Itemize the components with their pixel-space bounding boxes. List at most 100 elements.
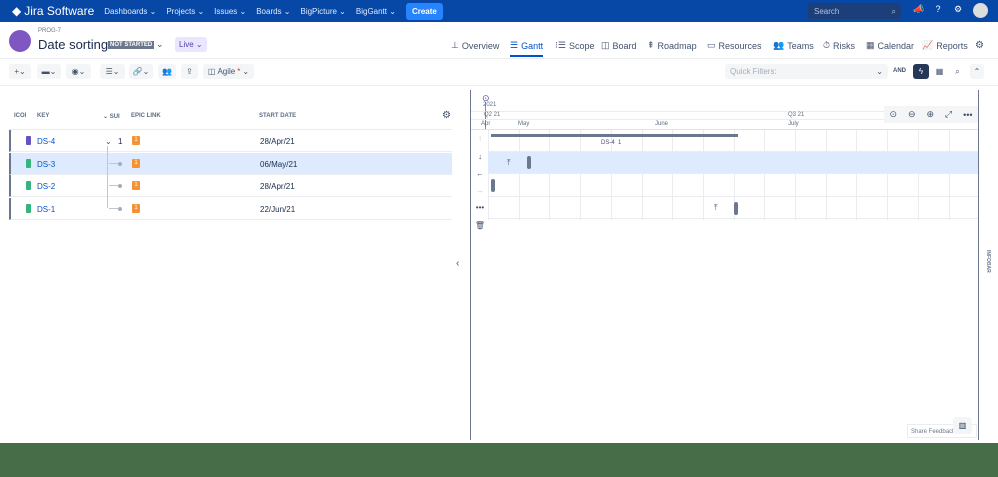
map-icon[interactable]: ▥	[953, 417, 972, 434]
summary-label: DS-4 1	[601, 140, 622, 146]
subtask-count: 1	[118, 137, 123, 146]
tab-roadmap[interactable]: ⇞ Roadmap	[647, 40, 697, 51]
tab-gantt[interactable]: ☰ Gantt	[510, 40, 544, 57]
epic-link-badge[interactable]: 1	[132, 136, 140, 145]
tab-calendar[interactable]: ▦ Calendar	[866, 40, 914, 51]
infobar-toggle[interactable]: INFOBAR	[985, 250, 991, 273]
col-header-epic-link[interactable]: EPIC LINK	[131, 113, 161, 119]
search-icon[interactable]: ⌕	[950, 64, 965, 79]
tab-overview[interactable]: ⊥ Overview	[451, 40, 499, 51]
eye-icon[interactable]: ◉⌄	[66, 64, 91, 79]
search-input[interactable]: Search ⌕	[808, 3, 901, 19]
lightning-icon[interactable]: ϟ	[913, 64, 929, 79]
folder-icon[interactable]: ▬⌄	[37, 64, 61, 79]
center-today-icon[interactable]: ⊙	[889, 109, 897, 120]
col-header-icon[interactable]: ICOI	[14, 113, 26, 119]
gear-icon[interactable]: ⚙	[975, 40, 984, 51]
nav-bigpicture[interactable]: BigPicture ⌄	[300, 7, 345, 16]
and-toggle[interactable]: AND	[893, 68, 906, 74]
live-mode-dropdown[interactable]: Live ⌄	[175, 37, 207, 52]
table-row[interactable]: DS-2 1 28/Apr/21	[9, 175, 452, 198]
table-row[interactable]: DS-3 1 06/May/21	[9, 152, 452, 175]
month-label: July	[788, 121, 799, 127]
people-icon[interactable]: 👥	[158, 64, 176, 79]
outdent-icon[interactable]: ←	[474, 169, 486, 178]
nav-projects[interactable]: Projects ⌄	[166, 7, 204, 16]
summary-bar[interactable]	[491, 134, 738, 137]
story-icon	[26, 158, 31, 168]
link-icon[interactable]: 🔗⌄	[129, 64, 153, 79]
project-key: PROG-7	[38, 28, 62, 34]
nav-boards[interactable]: Boards ⌄	[256, 7, 290, 16]
epic-link-badge[interactable]: 1	[132, 203, 140, 213]
expand-icon[interactable]: ⤢	[945, 109, 952, 120]
tree-node	[118, 184, 122, 189]
zoom-out-icon[interactable]: ⊖	[908, 109, 916, 120]
story-icon	[26, 203, 31, 213]
footer-band	[0, 443, 998, 477]
move-up-icon[interactable]: ↑	[474, 134, 486, 143]
gantt-icon: ☰	[510, 40, 519, 50]
add-button[interactable]: +⌄	[9, 64, 31, 79]
export-icon[interactable]: ⇪	[181, 64, 198, 79]
nav-biggantt[interactable]: BigGantt ⌄	[356, 7, 396, 16]
page-title: Date sorting	[38, 37, 109, 52]
resources-icon: ▭	[707, 40, 716, 50]
status-badge: NOT STARTED	[108, 41, 155, 49]
more-actions-icon[interactable]: •••	[474, 203, 486, 212]
notifications-icon[interactable]: 📣	[912, 4, 926, 18]
nav-issues[interactable]: Issues ⌄	[214, 7, 246, 16]
divider	[0, 58, 998, 59]
column-settings-icon[interactable]: ⚙	[442, 110, 451, 121]
nav-dashboards[interactable]: Dashboards ⌄	[104, 7, 156, 16]
tab-scope[interactable]: ⁝☰ Scope	[555, 40, 594, 51]
roadmap-icon: ⇞	[647, 40, 655, 50]
issue-key-link[interactable]: DS-2	[37, 182, 55, 191]
tab-risks[interactable]: ⏱ Risks	[823, 40, 855, 51]
help-icon[interactable]: ?	[931, 4, 945, 18]
issue-key-link[interactable]: DS-3	[37, 160, 55, 169]
task-bar[interactable]	[491, 179, 495, 192]
zoom-in-icon[interactable]: ⊕	[926, 109, 934, 120]
indent-icon[interactable]: →	[474, 186, 486, 195]
move-down-icon[interactable]: ↓	[474, 152, 486, 161]
columns-icon[interactable]: ☰⌄	[100, 64, 125, 79]
tab-board[interactable]: ◫ Board	[601, 40, 637, 51]
tab-reports[interactable]: 📈 Reports	[922, 40, 968, 51]
col-header-start-date[interactable]: START DATE	[259, 113, 296, 119]
table-row[interactable]: DS-1 1 22/Jun/21	[9, 197, 452, 220]
more-icon[interactable]: •••	[963, 110, 972, 120]
collapse-icon[interactable]: ⌃	[970, 64, 984, 79]
status-dropdown[interactable]: ⌄	[156, 39, 164, 50]
view-dropdown[interactable]: ◫ Agile * ⌄	[203, 64, 254, 79]
quick-filters-select[interactable]: Quick Filters: ⌄	[725, 64, 888, 79]
table-row[interactable]: DS-4 ⌄ 1 1 28/Apr/21	[9, 130, 452, 152]
settings-icon[interactable]: ⚙	[951, 4, 965, 18]
trash-icon[interactable]: 🗑	[474, 221, 486, 230]
start-date: 06/May/21	[260, 159, 298, 169]
issue-key-link[interactable]: DS-4	[37, 137, 55, 146]
jira-logo[interactable]: ◆ Jira Software	[12, 4, 94, 18]
user-avatar[interactable]	[973, 3, 988, 18]
jira-diamond-icon: ◆	[12, 4, 22, 18]
upload-icon[interactable]: ⤒	[714, 203, 718, 213]
calendar-icon[interactable]: ▦	[932, 64, 947, 79]
col-header-key[interactable]: KEY	[37, 113, 49, 119]
collapse-left-icon[interactable]: ‹	[456, 258, 459, 269]
create-button[interactable]: Create	[405, 2, 443, 20]
task-bar[interactable]	[734, 202, 738, 215]
tab-teams[interactable]: 👥 Teams	[773, 40, 814, 51]
epic-link-badge[interactable]: 1	[132, 181, 140, 191]
issue-key-link[interactable]: DS-1	[37, 205, 55, 214]
tab-resources[interactable]: ▭ Resources	[707, 40, 762, 51]
tree-node	[118, 161, 122, 166]
risks-icon: ⏱	[823, 40, 831, 50]
month-label: Apr	[481, 121, 491, 127]
epic-link-badge[interactable]: 1	[132, 158, 140, 168]
upload-icon[interactable]: ⤒	[507, 158, 511, 168]
reports-icon: 📈	[922, 40, 934, 50]
expand-chevron-icon[interactable]: ⌄	[105, 137, 112, 146]
start-date: 28/Apr/21	[260, 182, 295, 192]
col-header-sub[interactable]: ⌄ SUI	[103, 113, 120, 120]
task-bar[interactable]	[527, 156, 531, 169]
